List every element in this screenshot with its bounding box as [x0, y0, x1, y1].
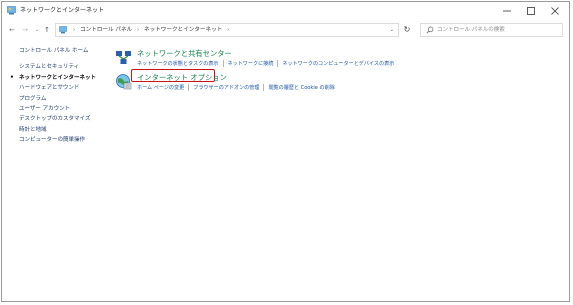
chevron-right-icon[interactable]: › [137, 27, 139, 33]
sidebar-item-label: プログラム [19, 95, 47, 102]
back-arrow-icon[interactable]: ← [7, 23, 17, 37]
link-separator [222, 60, 224, 67]
current-item-bullet-icon: • [10, 73, 14, 81]
sidebar-item-label: コントロール パネル ホーム [19, 48, 89, 54]
internet-options-link[interactable]: インターネット オプション [137, 73, 227, 83]
category-task-links: ホーム ページの変更 ブラウザーのアドオンの管理 閲覧の履歴と Cookie の削除 [137, 84, 335, 92]
maximize-button[interactable] [519, 2, 543, 20]
title-bar[interactable]: ネットワークとインターネット [2, 2, 569, 20]
sidebar: コントロール パネル ホーム システムとセキュリティ • ネットワークとインターネ… [10, 46, 114, 146]
view-network-computers-link[interactable]: ネットワークのコンピューターとデバイスの表示 [282, 61, 394, 67]
refresh-icon[interactable]: ↻ [400, 23, 414, 37]
sidebar-item-label: システムとセキュリティ [19, 64, 80, 71]
chevron-right-icon[interactable]: › [227, 27, 229, 33]
category-task-links: ネットワークの状態とタスクの表示 ネットワークに接続 ネットワークのコンピューターと… [137, 60, 394, 68]
category-internet-options: インターネット オプション ホーム ページの変更 ブラウザーのアドオンの管理 閲覧の… [115, 69, 555, 95]
network-sharing-center-icon [116, 51, 131, 64]
sidebar-item-label: コンピューターの簡単操作 [19, 137, 86, 144]
view-network-status-link[interactable]: ネットワークの状態とタスクの表示 [137, 61, 219, 67]
sidebar-item-appearance[interactable]: デスクトップのカスタマイズ [19, 114, 114, 124]
breadcrumb-network-internet[interactable]: ネットワークとインターネット [144, 27, 222, 33]
address-bar[interactable]: › コントロール パネル › ネットワークとインターネット › ⌄ [55, 23, 399, 37]
link-separator [277, 60, 279, 67]
sidebar-item-control-panel-home[interactable]: コントロール パネル ホーム [19, 46, 114, 56]
sidebar-item-system-security[interactable]: システムとセキュリティ [19, 62, 114, 72]
sidebar-item-user-accounts[interactable]: ユーザー アカウント [19, 104, 114, 114]
sidebar-item-label: ハードウェアとサウンド [19, 85, 80, 92]
minimize-icon [503, 10, 511, 12]
sidebar-item-hardware-sound[interactable]: ハードウェアとサウンド [19, 83, 114, 93]
sidebar-item-programs[interactable]: プログラム [19, 94, 114, 104]
navigation-bar: ← → ⌄ ↑ › コントロール パネル › ネットワークとインターネット › … [2, 21, 569, 39]
sidebar-item-label: ユーザー アカウント [19, 106, 71, 113]
close-icon [551, 7, 559, 15]
forward-arrow-icon[interactable]: → [20, 23, 30, 37]
search-input-placeholder: コントロール パネルの検索 [437, 27, 505, 33]
sidebar-item-network-internet[interactable]: • ネットワークとインターネット [10, 73, 114, 83]
window-title: ネットワークとインターネット [20, 7, 105, 14]
search-box[interactable]: コントロール パネルの検索 [420, 23, 563, 37]
minimize-button[interactable] [495, 2, 519, 20]
recent-locations-chevron-icon[interactable]: ⌄ [32, 23, 42, 37]
internet-options-icon [116, 74, 132, 90]
chevron-down-icon[interactable]: ⌄ [390, 24, 394, 36]
category-network-sharing-center: ネットワークと共有センター ネットワークの状態とタスクの表示 ネットワークに接続ネ… [115, 49, 555, 71]
link-separator [188, 84, 190, 91]
control-panel-window: ネットワークとインターネット ← → ⌄ ↑ › コントロール パネル › ネッ… [1, 1, 570, 302]
sidebar-item-label: デスクトップのカスタマイズ [19, 116, 91, 123]
sidebar-item-ease-of-access[interactable]: コンピューターの簡単操作 [19, 135, 114, 145]
main-content: ネットワークと共有センター ネットワークの状態とタスクの表示 ネットワークに接続ネ… [115, 49, 555, 95]
control-panel-icon [7, 6, 16, 15]
link-separator [263, 84, 265, 91]
manage-browser-addons-link[interactable]: ブラウザーのアドオンの管理 [193, 85, 259, 91]
close-button[interactable] [543, 2, 567, 20]
network-sharing-center-link[interactable]: ネットワークと共有センター [137, 49, 232, 59]
up-arrow-icon[interactable]: ↑ [42, 23, 52, 37]
maximize-icon [527, 7, 535, 15]
chevron-right-icon: › [73, 27, 76, 33]
change-home-page-link[interactable]: ホーム ページの変更 [137, 85, 184, 91]
sidebar-item-clock-region[interactable]: 時計と地域 [19, 125, 114, 135]
search-icon [426, 26, 434, 34]
sidebar-item-label: ネットワークとインターネット [19, 74, 97, 81]
delete-browsing-history-link[interactable]: 閲覧の履歴と Cookie の削除 [268, 85, 334, 91]
connect-to-network-link[interactable]: ネットワークに接続 [228, 61, 274, 67]
breadcrumb: › コントロール パネル › ネットワークとインターネット › [70, 24, 232, 36]
breadcrumb-control-panel[interactable]: コントロール パネル [80, 27, 132, 33]
control-panel-icon [59, 26, 67, 34]
sidebar-item-label: 時計と地域 [19, 126, 47, 133]
